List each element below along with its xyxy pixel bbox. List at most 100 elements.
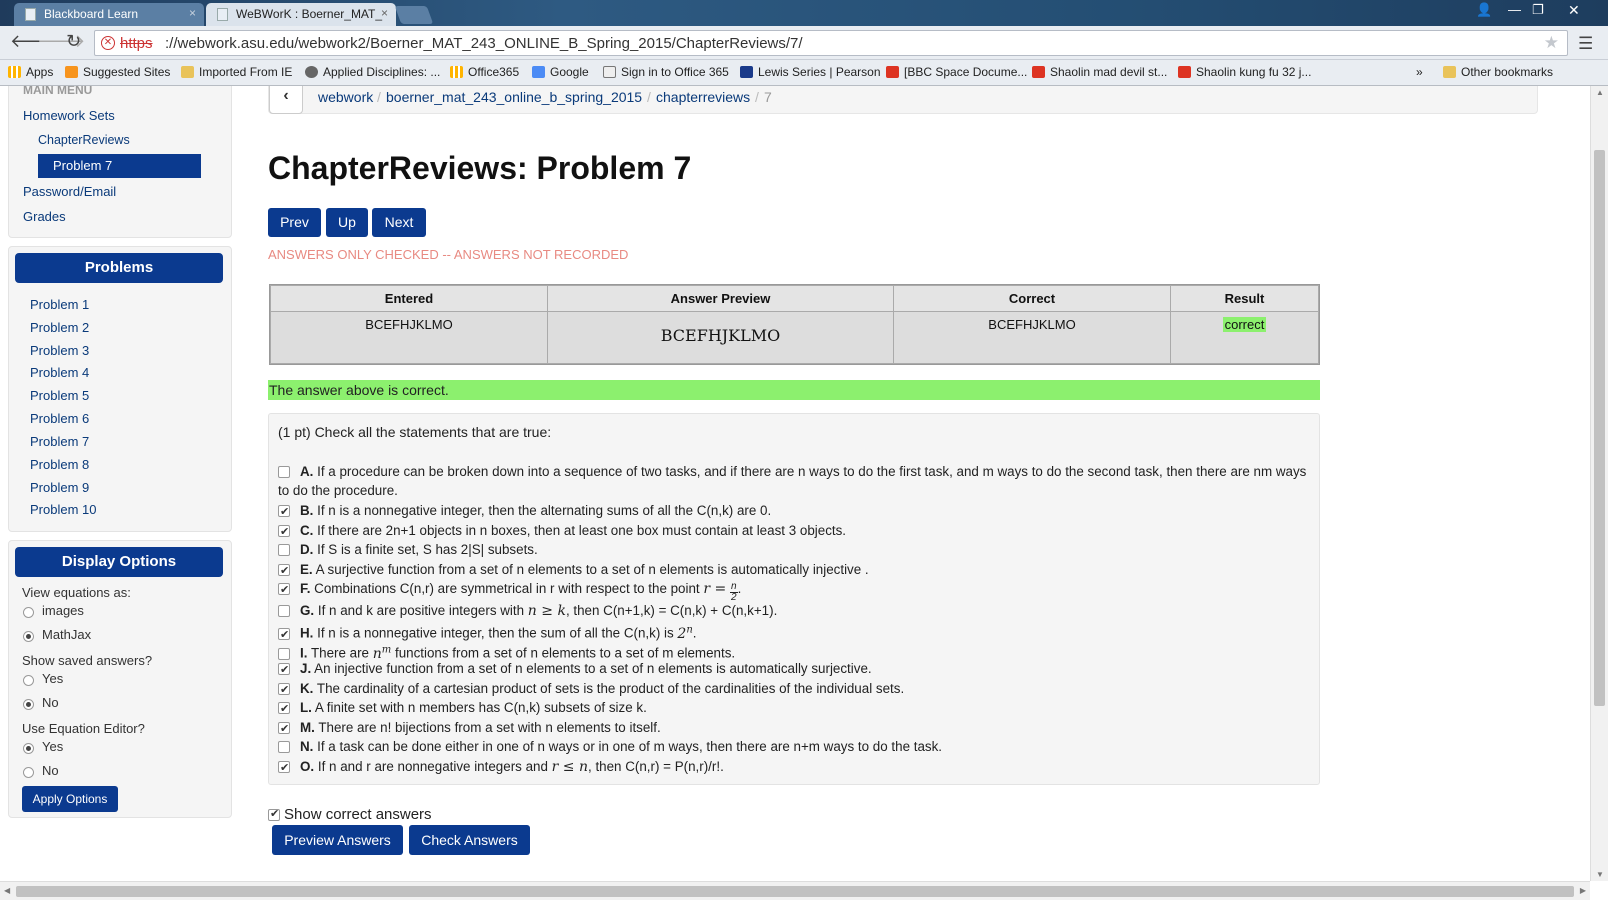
breadcrumb-webwork[interactable]: webwork — [318, 89, 373, 105]
page-icon — [25, 8, 36, 21]
bookmark-office365[interactable]: Office365 — [450, 65, 519, 79]
user-icon[interactable]: 👤 — [1476, 2, 1492, 18]
problem-link-7[interactable]: Problem 7 — [30, 434, 89, 449]
scroll-down-icon[interactable]: ▼ — [1596, 870, 1604, 879]
problem-link-3[interactable]: Problem 3 — [30, 343, 89, 358]
next-button[interactable]: Next — [372, 208, 426, 237]
problem-link-8[interactable]: Problem 8 — [30, 457, 89, 472]
close-window-icon[interactable]: ✕ — [1568, 2, 1580, 19]
radio-editor-yes[interactable] — [23, 743, 34, 754]
checkbox-b[interactable] — [278, 503, 290, 522]
statement-label: E. — [300, 562, 313, 577]
pearson-icon — [740, 66, 753, 78]
page-title: ChapterReviews: Problem 7 — [268, 150, 692, 186]
youtube-icon — [1032, 66, 1045, 78]
checkbox-d[interactable] — [278, 544, 290, 556]
show-saved-label: Show saved answers? — [22, 653, 153, 668]
bookmark-shaolin-1[interactable]: Shaolin mad devil st... — [1032, 65, 1167, 79]
bookmark-suggested[interactable]: Suggested Sites — [65, 65, 170, 79]
bookmark-google[interactable]: Google — [532, 65, 589, 79]
checkbox-n[interactable] — [278, 741, 290, 753]
problem-link-10[interactable]: Problem 10 — [30, 502, 96, 517]
statement-label: K. — [300, 681, 314, 696]
problem-link-9[interactable]: Problem 9 — [30, 480, 89, 495]
problem-link-1[interactable]: Problem 1 — [30, 297, 89, 312]
checkbox-e[interactable] — [278, 562, 290, 581]
radio-mathjax[interactable] — [23, 631, 34, 642]
apply-options-button[interactable]: Apply Options — [22, 786, 118, 812]
bookmark-imported[interactable]: Imported From IE — [181, 65, 292, 79]
preview-answers-button[interactable]: Preview Answers — [272, 825, 403, 855]
checkbox-j[interactable] — [278, 661, 290, 680]
radio-editor-no[interactable] — [23, 767, 34, 778]
minimize-icon[interactable]: — — [1508, 2, 1521, 17]
homework-sets-link[interactable]: Homework Sets — [23, 108, 115, 123]
bookmark-shaolin-2[interactable]: Shaolin kung fu 32 j... — [1178, 65, 1311, 79]
bookmark-pearson[interactable]: Lewis Series | Pearson — [740, 65, 881, 79]
checkbox-i[interactable] — [278, 647, 290, 660]
checkbox-h[interactable] — [278, 626, 290, 645]
restore-icon[interactable]: ❐ — [1532, 2, 1544, 18]
tab-close-icon[interactable]: × — [381, 6, 388, 20]
scroll-right-icon[interactable]: ▶ — [1580, 886, 1586, 895]
bookmark-star-icon[interactable]: ★ — [1544, 33, 1559, 53]
scroll-left-icon[interactable]: ◀ — [4, 886, 10, 895]
reload-icon[interactable]: ↻ — [66, 31, 81, 52]
chapter-reviews-link[interactable]: ChapterReviews — [38, 133, 130, 147]
vertical-scrollbar[interactable]: ▲ ▼ — [1590, 86, 1608, 881]
checkbox-c[interactable] — [278, 523, 290, 542]
show-correct-answers[interactable]: Show correct answers — [268, 806, 432, 823]
menu-icon[interactable]: ☰ — [1578, 34, 1593, 54]
bookmark-signin-office[interactable]: Sign in to Office 365 — [603, 65, 729, 79]
bookmark-apps[interactable]: Apps — [8, 65, 53, 79]
checkbox-k[interactable] — [278, 681, 290, 700]
problem-link-4[interactable]: Problem 4 — [30, 365, 89, 380]
checkbox-m[interactable] — [278, 720, 290, 739]
statement-c: C. If there are 2n+1 objects in n boxes,… — [278, 521, 846, 542]
bookmark-bbc[interactable]: [BBC Space Docume... — [886, 65, 1027, 79]
col-result: Result — [1170, 285, 1319, 312]
breadcrumb-back-button[interactable]: ‹ — [269, 86, 303, 114]
checkbox-l[interactable] — [278, 700, 290, 719]
new-tab-button[interactable] — [394, 6, 434, 24]
statement-label: N. — [300, 739, 314, 754]
show-correct-checkbox[interactable] — [268, 807, 280, 821]
horizontal-scrollbar[interactable]: ◀ ▶ — [0, 881, 1590, 900]
bookmark-applied[interactable]: Applied Disciplines: ... — [305, 65, 440, 79]
problem-link-6[interactable]: Problem 6 — [30, 411, 89, 426]
checkbox-f[interactable] — [278, 581, 290, 600]
statement-label: L. — [300, 700, 312, 715]
breadcrumb-chapterreviews[interactable]: chapterreviews — [656, 89, 750, 105]
password-email-link[interactable]: Password/Email — [23, 184, 116, 199]
checkbox-a[interactable] — [278, 466, 290, 478]
statement-text: A finite set with n members has C(n,k) s… — [314, 700, 647, 715]
problem-link-5[interactable]: Problem 5 — [30, 388, 89, 403]
radio-images[interactable] — [23, 607, 34, 618]
bookmark-label: Suggested Sites — [83, 65, 171, 79]
bookmark-label: Shaolin kung fu 32 j... — [1196, 65, 1312, 79]
check-answers-button[interactable]: Check Answers — [409, 825, 530, 855]
checkbox-g[interactable] — [278, 605, 290, 617]
scroll-up-icon[interactable]: ▲ — [1596, 88, 1604, 97]
folder-icon — [181, 66, 194, 78]
insecure-lock-icon[interactable]: ✕ — [101, 36, 115, 50]
up-button[interactable]: Up — [326, 208, 368, 237]
scrollbar-thumb[interactable] — [16, 886, 1574, 897]
breadcrumb-course[interactable]: boerner_mat_243_online_b_spring_2015 — [386, 89, 642, 105]
radio-saved-no[interactable] — [23, 699, 34, 710]
google-icon — [532, 66, 545, 78]
bookmark-other[interactable]: Other bookmarks — [1443, 65, 1553, 79]
tab-webwork[interactable]: WeBWorK : Boerner_MAT_ × — [206, 3, 396, 26]
grades-link[interactable]: Grades — [23, 209, 66, 224]
checkbox-o[interactable] — [278, 759, 290, 778]
prev-button[interactable]: Prev — [268, 208, 321, 237]
radio-saved-yes[interactable] — [23, 675, 34, 686]
bookmarks-overflow-icon[interactable]: » — [1416, 65, 1423, 79]
active-problem-link[interactable]: Problem 7 — [38, 154, 201, 178]
tab-blackboard[interactable]: Blackboard Learn × — [14, 3, 204, 26]
scrollbar-thumb[interactable] — [1594, 150, 1605, 706]
tab-close-icon[interactable]: × — [189, 6, 196, 20]
problem-link-2[interactable]: Problem 2 — [30, 320, 89, 335]
statement-text: , then C(n,r) = P(n,r)/r!. — [588, 759, 724, 774]
address-bar[interactable]: ✕ https ://webwork.asu.edu/webwork2/Boer… — [94, 30, 1568, 56]
